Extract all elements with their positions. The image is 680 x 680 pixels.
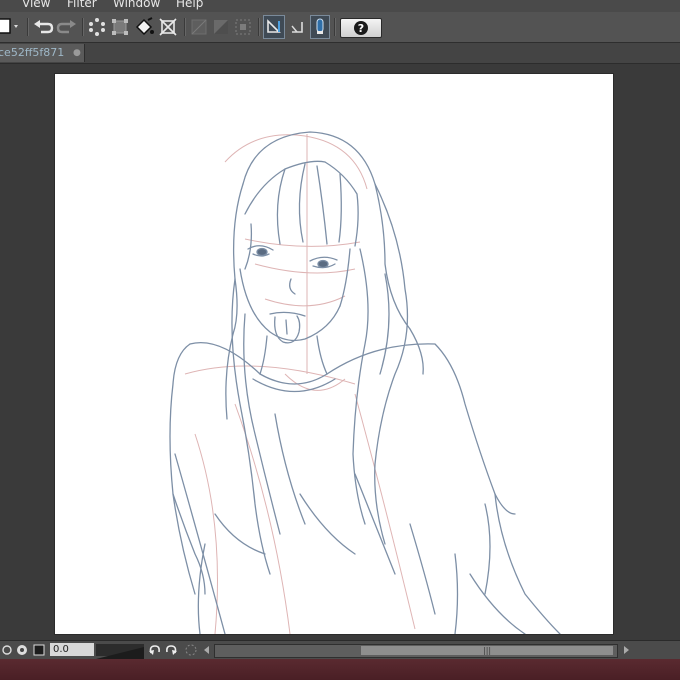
half-square-icon bbox=[214, 20, 228, 34]
tab-document[interactable]: ce52ff5f871 ● bbox=[0, 44, 85, 62]
status-bar: 0.0 ||| bbox=[0, 640, 680, 659]
snap-special-ruler-button[interactable] bbox=[287, 16, 307, 38]
scroll-left-icon[interactable] bbox=[200, 643, 213, 656]
snap-ruler-button[interactable] bbox=[263, 15, 285, 39]
fill-bucket-button[interactable] bbox=[133, 16, 155, 38]
hatched-square-icon bbox=[191, 19, 207, 35]
transform-box-icon bbox=[112, 19, 128, 35]
scroll-right-icon[interactable] bbox=[620, 643, 633, 656]
navigator-icon[interactable] bbox=[1, 643, 14, 656]
menu-view[interactable]: View bbox=[22, 0, 50, 10]
sketch-artwork bbox=[169, 131, 561, 635]
rotate-right-icon[interactable] bbox=[165, 643, 178, 656]
toolbar-separator bbox=[184, 18, 186, 36]
horizontal-scrollbar[interactable]: ||| bbox=[214, 644, 618, 658]
scrollbar-thumb[interactable]: ||| bbox=[361, 646, 613, 655]
redo-icon bbox=[56, 20, 76, 34]
ruler-snap-icon bbox=[267, 19, 281, 33]
actual-size-icon[interactable] bbox=[33, 643, 46, 656]
menu-bar: View Filter Window Help bbox=[0, 0, 680, 12]
disabled-tool-2[interactable] bbox=[211, 16, 231, 38]
transform-x-icon bbox=[159, 18, 177, 36]
toolbar-separator bbox=[27, 18, 29, 36]
rotate-left-icon[interactable] bbox=[148, 643, 161, 656]
toolbar-separator bbox=[334, 18, 336, 36]
menu-window[interactable]: Window bbox=[113, 0, 160, 10]
paint-bucket-icon bbox=[135, 17, 154, 36]
undo-button[interactable] bbox=[32, 16, 54, 38]
sketch-lineart bbox=[169, 131, 561, 635]
rotation-field[interactable]: 0.0 bbox=[50, 643, 94, 656]
reset-rotation-icon[interactable] bbox=[184, 643, 197, 656]
color-swatch-button[interactable] bbox=[0, 16, 24, 38]
dashed-square-icon bbox=[235, 19, 251, 35]
drawing-canvas[interactable] bbox=[55, 74, 613, 635]
transform-box-button[interactable] bbox=[110, 16, 130, 38]
window-background-strip bbox=[0, 659, 680, 680]
color-swatch-icon bbox=[0, 18, 18, 34]
slider-ramp-icon bbox=[96, 647, 144, 659]
close-icon[interactable]: ● bbox=[73, 44, 81, 62]
toolbar-separator bbox=[82, 18, 84, 36]
clear-transform-button[interactable] bbox=[157, 16, 179, 38]
select-dots-button[interactable] bbox=[87, 16, 107, 38]
disabled-tool-3[interactable] bbox=[233, 16, 253, 38]
dotted-selection-icon bbox=[89, 18, 105, 36]
magnet-icon bbox=[316, 18, 324, 34]
document-tab-bar: ce52ff5f871 ● bbox=[0, 43, 680, 64]
fit-view-icon[interactable] bbox=[16, 643, 29, 656]
help-label: ? bbox=[357, 21, 365, 35]
menu-help[interactable]: Help bbox=[176, 0, 203, 10]
disabled-tool-1[interactable] bbox=[189, 16, 209, 38]
toolbar: ? bbox=[0, 12, 680, 43]
rotation-slider[interactable] bbox=[96, 644, 144, 659]
help-button[interactable]: ? bbox=[340, 18, 382, 38]
toolbar-separator bbox=[258, 18, 260, 36]
snap-grid-button[interactable] bbox=[310, 15, 330, 39]
scrollbar-grip: ||| bbox=[483, 646, 492, 655]
document-tab-label: ce52ff5f871 bbox=[0, 46, 65, 59]
menu-filter[interactable]: Filter bbox=[67, 0, 97, 10]
redo-button[interactable] bbox=[56, 16, 78, 38]
undo-icon bbox=[34, 20, 54, 34]
special-ruler-icon bbox=[291, 22, 303, 33]
